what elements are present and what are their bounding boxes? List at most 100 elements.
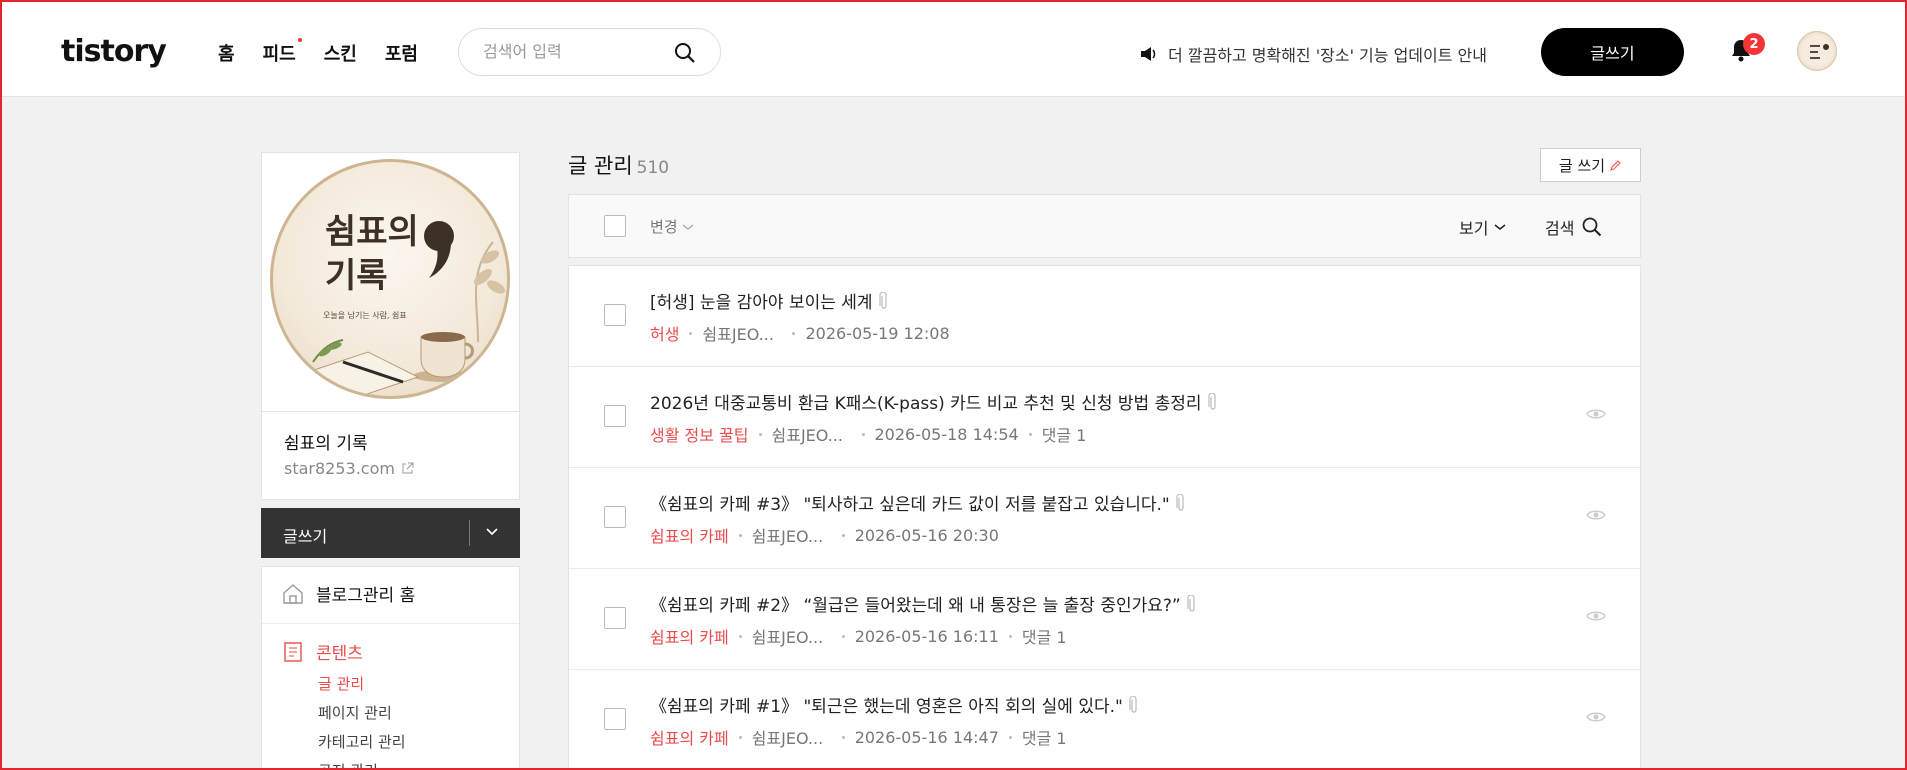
view-label: 보기 <box>1459 219 1489 238</box>
view-dropdown[interactable]: 보기 <box>1459 215 1506 239</box>
search-icon <box>1583 217 1602 237</box>
post-date: 2026-05-16 16:11 <box>854 626 999 646</box>
post-comments[interactable]: 댓글 1 <box>1022 624 1067 648</box>
blog-name[interactable]: 쉼표의 기록 <box>284 429 368 454</box>
post-title-link[interactable]: 2026년 대중교통비 환급 K패스(K-pass) 카드 비교 추천 및 신청… <box>650 389 1218 414</box>
chevron-down-icon <box>1494 224 1506 230</box>
post-date: 2026-05-16 14:47 <box>854 727 999 747</box>
write-button[interactable]: 글쓰기 <box>1541 28 1684 76</box>
new-dot-icon <box>297 38 302 42</box>
blog-cover-title-line2: 기록 <box>325 256 388 296</box>
search-input[interactable] <box>483 42 663 61</box>
nav-feed[interactable]: 피드 <box>263 38 302 66</box>
coffee-cup-icon <box>413 332 474 382</box>
table-row[interactable]: 《쉼표의 카페 #3》 "퇴사하고 싶은데 카드 값이 저를 붙잡고 있습니다.… <box>569 468 1640 569</box>
speaker-icon <box>1141 47 1156 61</box>
eye-icon[interactable] <box>1586 609 1606 623</box>
sidebar-item-notice-manage[interactable]: 공지 관리 <box>318 760 378 770</box>
post-title-link[interactable]: 《쉼표의 카페 #1》 "퇴근은 했는데 영혼은 아직 회의 실에 있다." <box>650 692 1139 717</box>
blog-cover-title-line1: 쉼표의 <box>325 212 419 252</box>
sidebar-item-home[interactable]: 블로그관리 홈 <box>282 581 415 606</box>
tistory-logo[interactable]: tistory <box>61 34 167 69</box>
top-bar: tistory 홈 피드 스킨 포럼 더 깔끔하고 명확해진 '장소' 기능 업… <box>0 0 1907 97</box>
sidebar-item-post-manage[interactable]: 글 관리 <box>318 673 364 694</box>
eye-icon[interactable] <box>1586 508 1606 522</box>
write-post-label: 글 쓰기 <box>1558 156 1606 175</box>
table-row[interactable]: 《쉼표의 카페 #2》 “월급은 들어왔는데 왜 내 통장은 늘 출장 중인가요… <box>569 569 1640 670</box>
sidebar-item-contents-label: 콘텐츠 <box>316 644 363 664</box>
list-toolbar: 변경 보기 검색 <box>568 194 1641 258</box>
row-checkbox[interactable] <box>604 607 626 629</box>
sidebar-write-button[interactable]: 글쓰기 <box>261 508 520 558</box>
blog-url-link[interactable]: star8253.com <box>284 459 414 478</box>
post-date: 2026-05-18 14:54 <box>874 424 1019 444</box>
update-notice-text: 더 깔끔하고 명확해진 '장소' 기능 업데이트 안내 <box>1168 46 1487 65</box>
home-icon <box>283 583 303 604</box>
blog-url: star8253.com <box>284 459 395 478</box>
sidebar-item-page-manage[interactable]: 페이지 관리 <box>318 702 392 723</box>
post-author: 쉼표JEO... <box>702 325 774 344</box>
chevron-down-icon[interactable] <box>485 522 499 542</box>
blog-cover-subtitle: 오늘을 남기는 사람, 쉼표 <box>323 311 407 320</box>
nav-skin[interactable]: 스킨 <box>324 40 357 66</box>
sidebar-item-contents[interactable]: 콘텐츠 <box>282 639 363 664</box>
post-meta: 생활 정보 꿀팁 쉼표JEO... 2026-05-18 14:54 댓글 1 <box>650 422 1086 446</box>
post-count: 510 <box>636 158 670 178</box>
search-box <box>458 28 721 76</box>
main-nav: 홈 피드 스킨 포럼 <box>218 38 418 66</box>
row-checkbox[interactable] <box>604 506 626 528</box>
search-icon[interactable] <box>674 42 696 64</box>
sidebar-item-home-label: 블로그관리 홈 <box>316 586 416 606</box>
sidebar-write-label: 글쓰기 <box>283 527 328 546</box>
sidebar-menu: 블로그관리 홈 콘텐츠 글 관리 페이지 관리 카테고리 관리 공지 관리 <box>261 566 520 770</box>
attachment-icon <box>1176 493 1184 511</box>
write-post-button[interactable]: 글 쓰기 <box>1540 148 1641 182</box>
post-title-link[interactable]: 《쉼표의 카페 #2》 “월급은 들어왔는데 왜 내 통장은 늘 출장 중인가요… <box>650 591 1197 616</box>
update-notice[interactable]: 더 깔끔하고 명확해진 '장소' 기능 업데이트 안내 <box>1140 42 1487 66</box>
post-category[interactable]: 생활 정보 꿀팁 <box>650 422 749 446</box>
attachment-icon <box>1187 594 1195 612</box>
post-category[interactable]: 허생 <box>650 321 679 345</box>
post-category[interactable]: 쉼표의 카페 <box>650 523 729 547</box>
eye-icon[interactable] <box>1586 407 1606 421</box>
post-meta: 쉼표의 카페 쉼표JEO... 2026-05-16 20:30 <box>650 523 999 547</box>
page-title: 글 관리 510 <box>568 150 669 180</box>
post-category[interactable]: 쉼표의 카페 <box>650 725 729 749</box>
blog-cover-image: 쉼표의 기록 오늘을 남기는 사람, 쉼표 <box>270 159 510 399</box>
nav-forum[interactable]: 포럼 <box>385 40 418 66</box>
list-search-button[interactable]: 검색 <box>1545 215 1602 239</box>
row-checkbox[interactable] <box>604 405 626 427</box>
page-title-text: 글 관리 <box>568 154 633 178</box>
post-title: 《쉼표의 카페 #3》 "퇴사하고 싶은데 카드 값이 저를 붙잡고 있습니다.… <box>650 495 1170 515</box>
external-link-icon <box>402 462 414 474</box>
table-row[interactable]: 2026년 대중교통비 환급 K패스(K-pass) 카드 비교 추천 및 신청… <box>569 367 1640 468</box>
post-meta: 쉼표의 카페 쉼표JEO... 2026-05-16 16:11 댓글 1 <box>650 624 1067 648</box>
eye-icon[interactable] <box>1586 710 1606 724</box>
blog-cover-title: 쉼표의 기록 <box>325 210 419 298</box>
row-checkbox[interactable] <box>604 708 626 730</box>
avatar-logo-icon <box>1810 44 1829 59</box>
post-comments[interactable]: 댓글 1 <box>1022 725 1067 749</box>
post-title: 2026년 대중교통비 환급 K패스(K-pass) 카드 비교 추천 및 신청… <box>650 394 1202 414</box>
post-title: 《쉼표의 카페 #2》 “월급은 들어왔는데 왜 내 통장은 늘 출장 중인가요… <box>650 596 1181 616</box>
attachment-icon <box>878 291 887 309</box>
post-category[interactable]: 쉼표의 카페 <box>650 624 729 648</box>
chevron-down-icon <box>682 223 694 230</box>
post-author: 쉼표JEO... <box>751 527 824 546</box>
change-label: 변경 <box>650 218 678 236</box>
post-title-link[interactable]: 《쉼표의 카페 #3》 "퇴사하고 싶은데 카드 값이 저를 붙잡고 있습니다.… <box>650 490 1186 515</box>
nav-home[interactable]: 홈 <box>218 40 235 66</box>
row-checkbox[interactable] <box>604 304 626 326</box>
post-list: [허생] 눈을 감아야 보이는 세계 허생 쉼표JEO... 2026-05-1… <box>568 265 1641 770</box>
post-comments[interactable]: 댓글 1 <box>1042 422 1087 446</box>
change-dropdown[interactable]: 변경 <box>650 216 694 237</box>
table-row[interactable]: [허생] 눈을 감아야 보이는 세계 허생 쉼표JEO... 2026-05-1… <box>569 266 1640 367</box>
post-title-link[interactable]: [허생] 눈을 감아야 보이는 세계 <box>650 288 889 313</box>
table-row[interactable]: 《쉼표의 카페 #1》 "퇴근은 했는데 영혼은 아직 회의 실에 있다." 쉼… <box>569 670 1640 770</box>
attachment-icon <box>1207 392 1216 410</box>
sidebar-item-category-manage[interactable]: 카테고리 관리 <box>318 731 406 752</box>
divider <box>262 623 519 624</box>
post-title: 《쉼표의 카페 #1》 "퇴근은 했는데 영혼은 아직 회의 실에 있다." <box>650 697 1123 717</box>
select-all-checkbox[interactable] <box>604 215 626 237</box>
avatar[interactable] <box>1797 31 1837 71</box>
